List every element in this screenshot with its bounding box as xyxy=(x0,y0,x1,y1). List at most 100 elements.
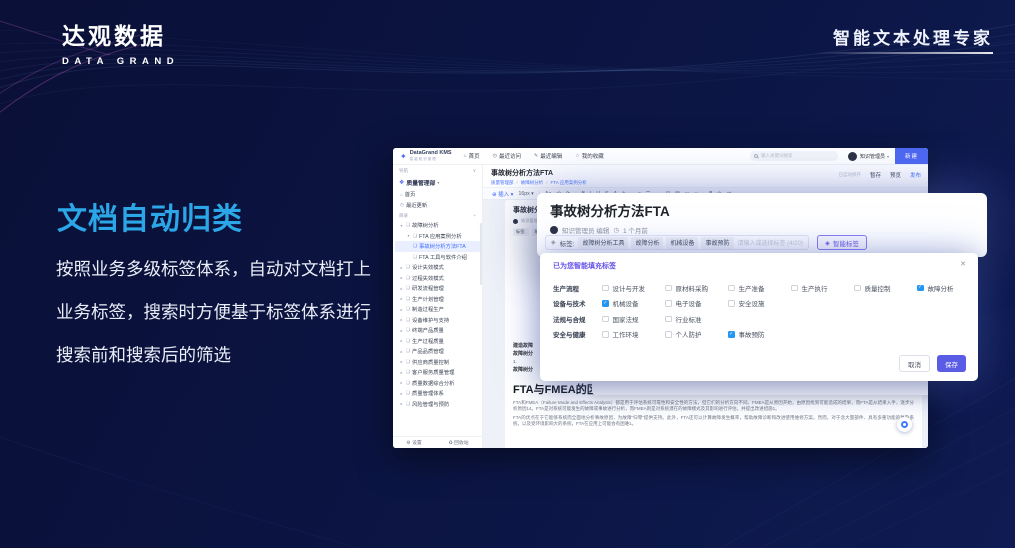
dialog-option[interactable]: 原材料采购 xyxy=(665,283,728,293)
sidebar-tree-item[interactable]: ▸❏供应商质量控制 xyxy=(395,357,480,368)
app-nav-item[interactable]: ✎最近编辑 xyxy=(534,152,562,160)
dialog-option[interactable]: 生产执行 xyxy=(791,283,854,293)
dialog-option[interactable]: 机械设备 xyxy=(602,298,665,308)
checkbox[interactable] xyxy=(917,285,924,292)
tree-caret-icon[interactable]: ▸ xyxy=(399,328,404,333)
checkbox[interactable] xyxy=(791,285,798,292)
sidebar-item[interactable]: ⌂首页 xyxy=(393,189,482,200)
page-tag-chip[interactable]: 标签: xyxy=(513,228,529,236)
close-icon[interactable]: ✕ xyxy=(960,260,966,268)
dialog-option[interactable]: 质量控制 xyxy=(854,283,917,293)
sidebar-tree-item[interactable]: ▸❏设计失效模式 xyxy=(395,262,480,273)
tag-chip[interactable]: 事故预防 xyxy=(701,237,733,249)
tree-caret-icon[interactable]: ▸ xyxy=(399,286,404,291)
sidebar-tree-item[interactable]: ▾❏故障树分析 xyxy=(395,220,480,231)
tag-input[interactable]: ◈ 标签: 故障树分析工具故障分析机械设备事故预防 请输入或选择标签 (4/20… xyxy=(545,235,809,250)
sidebar-tree-item[interactable]: ▸❏研发流程管理 xyxy=(395,283,480,294)
checkbox[interactable] xyxy=(665,331,672,338)
cancel-button[interactable]: 取消 xyxy=(899,355,930,372)
catalog-add-icon[interactable]: + xyxy=(473,213,476,219)
tree-caret-icon[interactable]: ▸ xyxy=(399,401,404,406)
tree-caret-icon[interactable]: ▸ xyxy=(399,317,404,322)
tree-caret-icon[interactable]: ▸ xyxy=(399,370,404,375)
sidebar-tree-item[interactable]: ▸❏生产过程质量 xyxy=(395,336,480,347)
checkbox[interactable] xyxy=(665,316,672,323)
sidebar-collapse-icon[interactable]: ∨ xyxy=(473,168,476,174)
breadcrumb-link[interactable]: 故障树分析 xyxy=(521,180,544,186)
sidebar-dept[interactable]: ❖ 质量管理部 ▾ xyxy=(393,176,482,189)
checkbox[interactable] xyxy=(728,300,735,307)
tree-caret-icon[interactable]: ▸ xyxy=(399,275,404,280)
tag-chip[interactable]: 故障分析 xyxy=(631,237,663,249)
sidebar-tree-item[interactable]: ▸❏生产计划管理 xyxy=(395,294,480,305)
checkbox[interactable] xyxy=(665,300,672,307)
checkbox[interactable] xyxy=(854,285,861,292)
tree-caret-icon[interactable]: ▸ xyxy=(399,338,404,343)
tree-caret-icon[interactable]: ▸ xyxy=(399,380,404,385)
new-button[interactable]: 新建 xyxy=(895,148,928,164)
app-logo[interactable]: DataGrand KMS 智能知识管理 xyxy=(410,151,452,161)
sidebar-tree-item[interactable]: ▸❏质量管理体系 xyxy=(395,388,480,399)
sidebar-item[interactable]: ◷最近更新 xyxy=(393,200,482,211)
sidebar-tree-item[interactable]: ▸❏过程失效模式 xyxy=(395,273,480,284)
dialog-option[interactable]: 设计与开发 xyxy=(602,283,665,293)
checkbox[interactable] xyxy=(602,316,609,323)
sidebar-tree-item[interactable]: ❏事故树分析方法FTA xyxy=(395,241,480,252)
smart-tag-label: 智能标签 xyxy=(833,238,859,248)
dialog-option[interactable]: 国家法规 xyxy=(602,314,665,324)
tree-caret-icon[interactable]: ▸ xyxy=(399,296,404,301)
tree-caret-icon[interactable]: ▸ xyxy=(399,349,404,354)
sidebar-tree-item[interactable]: ▸❏设备维护与支持 xyxy=(395,315,480,326)
sidebar-footer-item[interactable]: ♻ 回收站 xyxy=(449,439,469,446)
dialog-option[interactable]: 电子设备 xyxy=(665,298,728,308)
dialog-option[interactable]: 安全设施 xyxy=(728,298,791,308)
checkbox[interactable] xyxy=(728,285,735,292)
insert-button[interactable]: ⊕ 插入 ▾ xyxy=(492,190,513,198)
sidebar-scrollbar[interactable] xyxy=(480,223,482,285)
user-avatar[interactable] xyxy=(848,152,857,161)
tag-chip[interactable]: 机械设备 xyxy=(666,237,698,249)
sidebar-tree-item[interactable]: ▸❏产品品质管理 xyxy=(395,346,480,357)
app-nav-item[interactable]: ◷最近访问 xyxy=(493,152,521,160)
sidebar-tree-item[interactable]: ▾❏FTA 应用案例分析 xyxy=(395,231,480,242)
dialog-option[interactable]: 个人防护 xyxy=(665,329,728,339)
sidebar-tree-item[interactable]: ▸❏客户服务质量管理 xyxy=(395,367,480,378)
sidebar-tree-item[interactable]: ▸❏质量数据综合分析 xyxy=(395,378,480,389)
checkbox[interactable] xyxy=(602,300,609,307)
dialog-option[interactable]: 事故预防 xyxy=(728,329,791,339)
checkbox[interactable] xyxy=(728,331,735,338)
doc-action-2[interactable]: 发布 xyxy=(910,171,921,179)
toolbar-icon[interactable]: 16px ▾ xyxy=(518,191,533,197)
dialog-option[interactable]: 故障分析 xyxy=(917,283,980,293)
breadcrumb-link[interactable]: FTA 应用案例分析 xyxy=(551,180,587,186)
search-input[interactable]: 输入关键词搜索 xyxy=(750,151,838,161)
sidebar-tree-item[interactable]: ▸❏终端产品质量 xyxy=(395,325,480,336)
sidebar-footer-item[interactable]: ⚙ 设置 xyxy=(406,439,421,446)
doc-action-1[interactable]: 预览 xyxy=(890,171,901,179)
tag-chip[interactable]: 故障树分析工具 xyxy=(578,237,628,249)
ai-assistant-button[interactable] xyxy=(897,417,912,432)
tree-caret-icon[interactable]: ▸ xyxy=(399,391,404,396)
dialog-option[interactable]: 行业标准 xyxy=(665,314,728,324)
sidebar-tree-item[interactable]: ❏FTA 工具与软件介绍 xyxy=(395,252,480,263)
app-nav-item[interactable]: ☆我的收藏 xyxy=(575,152,604,160)
breadcrumb-link[interactable]: 质量管理部 xyxy=(491,180,514,186)
tree-caret-icon[interactable]: ▸ xyxy=(399,307,404,312)
app-nav-item[interactable]: ⌂首页 xyxy=(464,152,480,160)
tree-caret-icon[interactable]: ▾ xyxy=(406,233,411,238)
user-name[interactable]: 知识管理员 xyxy=(860,153,885,160)
dialog-option[interactable]: 工作环境 xyxy=(602,329,665,339)
tree-caret-icon[interactable]: ▸ xyxy=(399,359,404,364)
smart-tag-button[interactable]: ◈ 智能标签 xyxy=(817,235,867,250)
option-label: 国家法规 xyxy=(613,314,639,324)
doc-action-0[interactable]: 暂存 xyxy=(870,171,881,179)
save-button[interactable]: 保存 xyxy=(937,355,966,372)
checkbox[interactable] xyxy=(665,285,672,292)
tree-caret-icon[interactable]: ▸ xyxy=(399,265,404,270)
checkbox[interactable] xyxy=(602,331,609,338)
tree-caret-icon[interactable]: ▾ xyxy=(399,223,404,228)
sidebar-tree-item[interactable]: ▸❏风险管理与预防 xyxy=(395,399,480,410)
sidebar-tree-item[interactable]: ▸❏制造过程生产 xyxy=(395,304,480,315)
dialog-option[interactable]: 生产准备 xyxy=(728,283,791,293)
checkbox[interactable] xyxy=(602,285,609,292)
